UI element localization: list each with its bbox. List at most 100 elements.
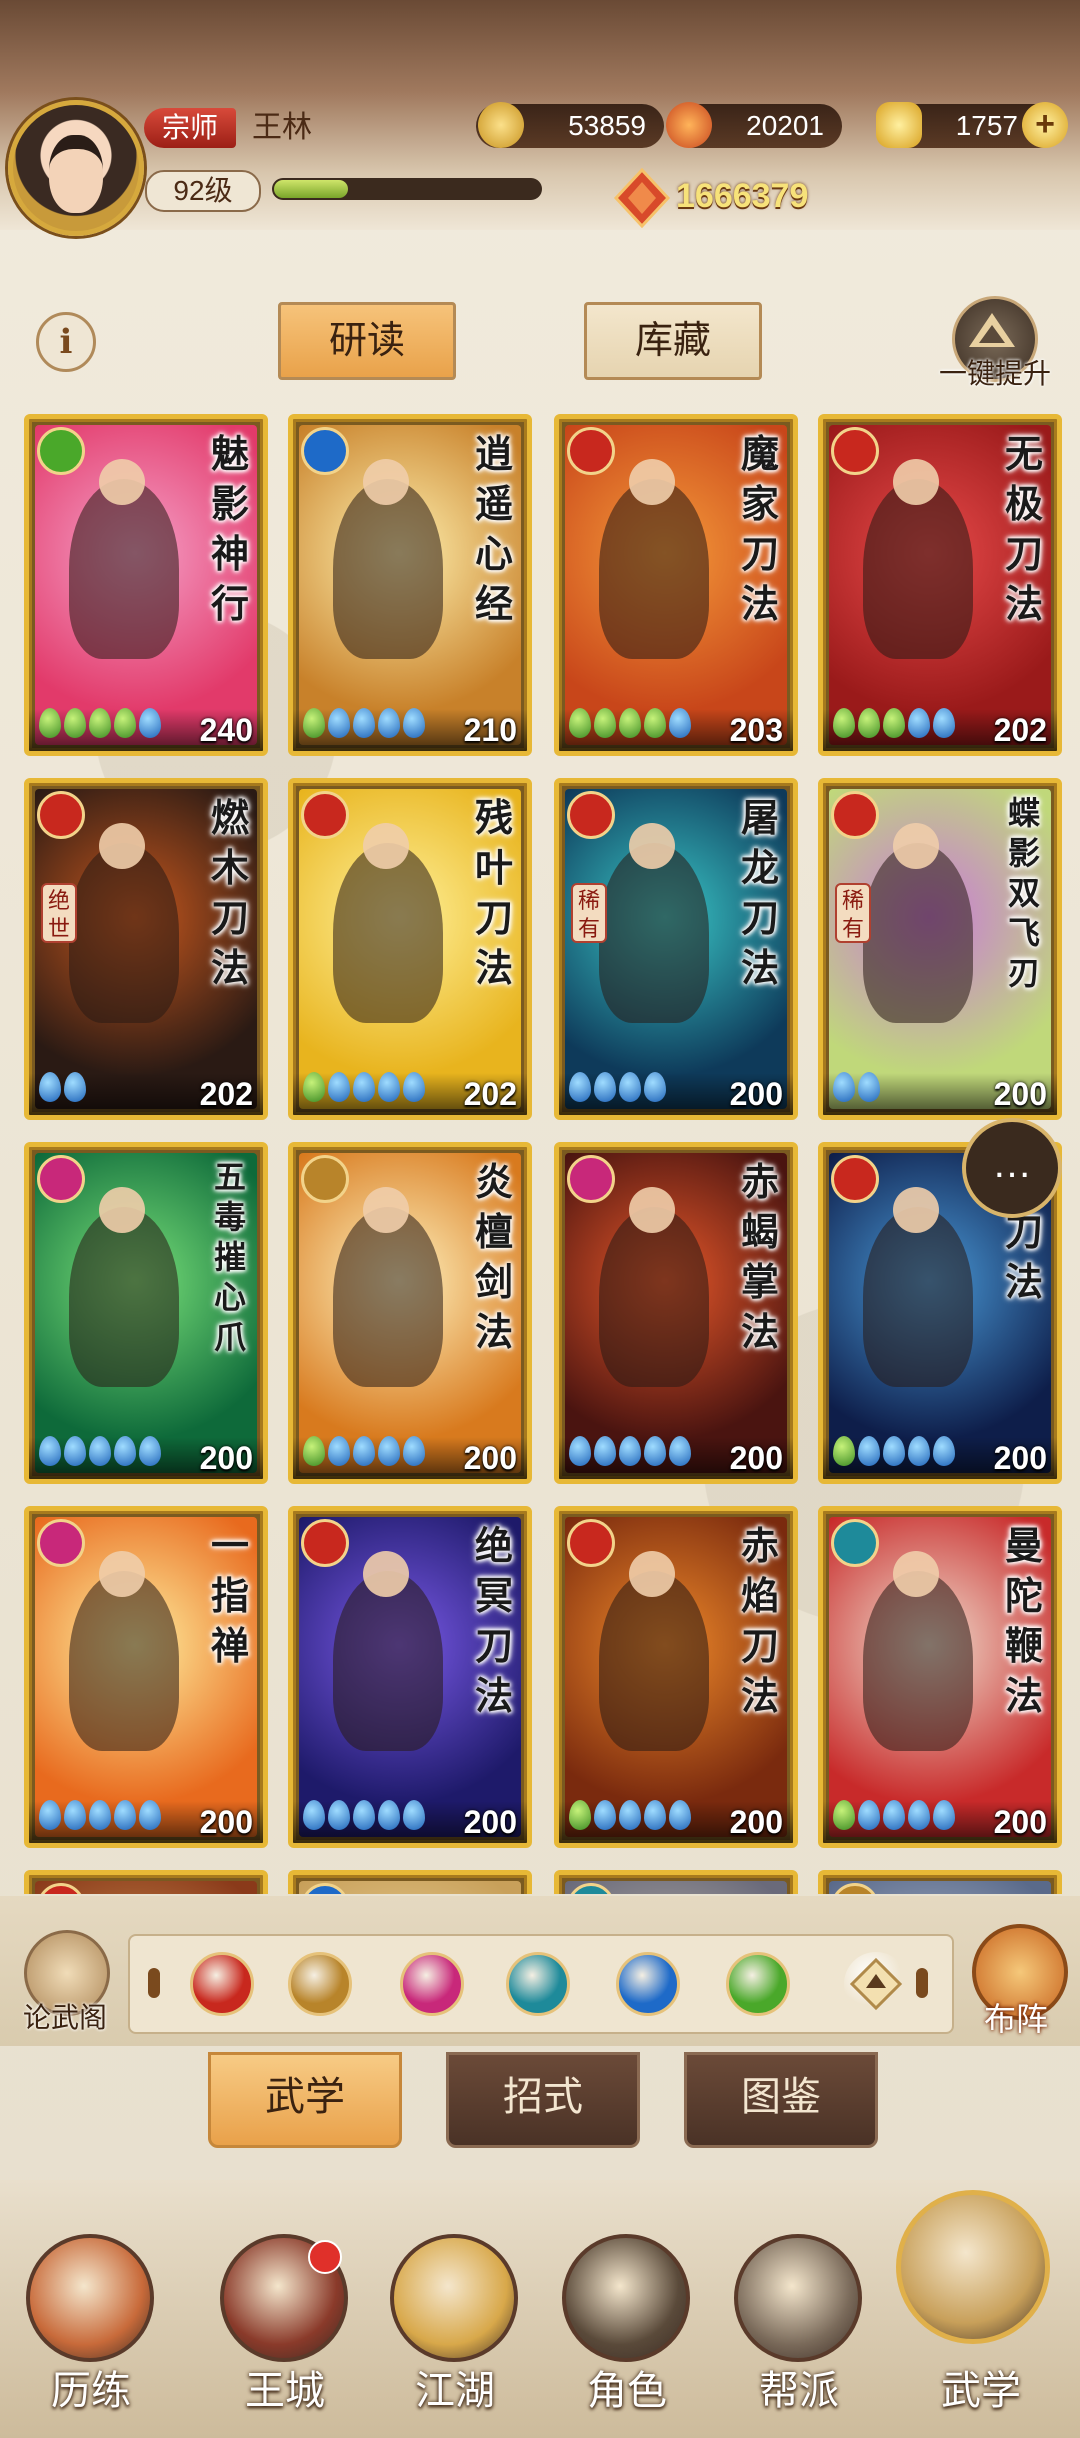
blade-school-icon[interactable]: [190, 1952, 254, 2016]
sword-school-icon[interactable]: [288, 1952, 352, 2016]
school-filter-bar: [128, 1934, 954, 2034]
coin-resource[interactable]: 53859: [476, 102, 664, 148]
school-emblem-icon: [301, 1519, 349, 1567]
add-currency-icon[interactable]: +: [1022, 102, 1068, 148]
info-button[interactable]: i: [36, 312, 96, 372]
skill-card[interactable]: 蝶影双飞刃 稀有 200: [818, 778, 1062, 1120]
formation-button[interactable]: 布阵: [960, 1924, 1072, 2040]
subtab-codex[interactable]: 图鉴: [684, 2052, 878, 2148]
chat-bubble-icon[interactable]: …: [962, 1118, 1062, 1218]
character-figure: [599, 1571, 709, 1751]
movement-school-icon[interactable]: [726, 1952, 790, 2016]
nav-label: 历练: [51, 2369, 131, 2413]
school-emblem-icon: [37, 1155, 85, 1203]
skill-name: 魅影神行: [210, 431, 249, 626]
nav-item[interactable]: 角色: [552, 2220, 702, 2430]
nav-item[interactable]: 王城: [210, 2220, 360, 2430]
flame-resource[interactable]: 20201: [666, 102, 842, 148]
one-click-upgrade-button[interactable]: 一键提升: [930, 296, 1060, 389]
skill-card[interactable]: 炎檀剑法 200: [288, 1142, 532, 1484]
player-level: 92级: [145, 170, 261, 212]
all-school-icon[interactable]: [844, 1952, 908, 2016]
ingot-value: 1757: [955, 110, 1018, 141]
school-emblem-icon: [831, 1519, 879, 1567]
blue-pip-icon: [39, 1436, 61, 1466]
school-emblem-icon: [831, 1155, 879, 1203]
subtab-moves[interactable]: 招式: [446, 2052, 640, 2148]
player-avatar[interactable]: [8, 100, 144, 236]
skill-score: 200: [729, 1076, 783, 1112]
skill-card[interactable]: [818, 1870, 1062, 1894]
blue-pip-icon: [619, 1436, 641, 1466]
star-pips: [569, 1436, 694, 1473]
nav-label: 角色: [587, 2369, 667, 2413]
blue-pip-icon: [669, 1800, 691, 1830]
school-emblem-icon: [37, 1519, 85, 1567]
blue-pip-icon: [858, 1436, 880, 1466]
skill-card[interactable]: 五毒摧心爪 200: [24, 1142, 268, 1484]
character-figure: [69, 1207, 179, 1387]
blue-pip-icon: [64, 1800, 86, 1830]
skill-card[interactable]: 赤蝎掌法 200: [554, 1142, 798, 1484]
skill-card[interactable]: [554, 1870, 798, 1894]
nav-item[interactable]: 帮派: [724, 2220, 874, 2430]
yin-yang-school-icon[interactable]: [616, 1952, 680, 2016]
skill-card[interactable]: 逍遥心经 210: [288, 414, 532, 756]
star-pips: [303, 1800, 428, 1837]
tab-study[interactable]: 研读: [278, 302, 456, 380]
blue-pip-icon: [644, 1436, 666, 1466]
fan-school-icon[interactable]: [506, 1952, 570, 2016]
school-emblem-icon: [301, 791, 349, 839]
skill-card[interactable]: [288, 1870, 532, 1894]
skill-card[interactable]: 魔家刀法 203: [554, 414, 798, 756]
star-pips: [833, 1436, 958, 1473]
ingot-resource[interactable]: 1757 +: [876, 102, 1068, 148]
blue-pip-icon: [353, 1072, 375, 1102]
lunwu-pavilion-button[interactable]: 论武阁: [12, 1930, 118, 2040]
character-figure: [333, 479, 443, 659]
blue-pip-icon: [89, 1800, 111, 1830]
green-pip-icon: [303, 1072, 325, 1102]
upgrade-label: 一键提升: [938, 358, 1051, 389]
nav-item[interactable]: 江湖: [380, 2220, 530, 2430]
character-figure: [863, 843, 973, 1023]
green-pip-icon: [594, 708, 616, 738]
subtab-martial-arts[interactable]: 武学: [208, 2052, 402, 2148]
nav-item[interactable]: 武学: [896, 2190, 1066, 2413]
green-pip-icon: [64, 708, 86, 738]
skill-card[interactable]: [24, 1870, 268, 1894]
skill-card[interactable]: 赤焰刀法 200: [554, 1506, 798, 1848]
skill-card[interactable]: 绝冥刀法 200: [288, 1506, 532, 1848]
skill-card[interactable]: 屠龙刀法 稀有 200: [554, 778, 798, 1120]
skill-score: 203: [729, 712, 783, 748]
green-pip-icon: [833, 708, 855, 738]
character-head: [363, 459, 409, 505]
skill-card[interactable]: 曼陀鞭法 200: [818, 1506, 1062, 1848]
blue-pip-icon: [328, 708, 350, 738]
tab-storage[interactable]: 库藏: [584, 302, 762, 380]
blue-pip-icon: [353, 1800, 375, 1830]
skill-card[interactable]: 燃木刀法 绝世 202: [24, 778, 268, 1120]
school-emblem-icon: [37, 791, 85, 839]
blue-pip-icon: [669, 708, 691, 738]
blue-pip-icon: [378, 708, 400, 738]
character-head: [99, 1551, 145, 1597]
nav-label: 武学: [941, 2369, 1021, 2413]
skill-card[interactable]: 一指禅 200: [24, 1506, 268, 1848]
blue-pip-icon: [619, 1800, 641, 1830]
blue-pip-icon: [64, 1072, 86, 1102]
blue-pip-icon: [933, 1436, 955, 1466]
character-figure: [333, 843, 443, 1023]
school-emblem-icon: [831, 427, 879, 475]
skill-card[interactable]: 无极刀法 202: [818, 414, 1062, 756]
character-head: [99, 459, 145, 505]
star-pips: [569, 1072, 669, 1109]
skill-card[interactable]: 魅影神行 240: [24, 414, 268, 756]
filter-bar-peg: [916, 1968, 928, 1998]
blue-pip-icon: [403, 708, 425, 738]
palm-school-icon[interactable]: [400, 1952, 464, 2016]
skill-card[interactable]: 残叶刀法 202: [288, 778, 532, 1120]
character-figure: [333, 1207, 443, 1387]
skill-score: 210: [463, 712, 517, 748]
nav-item[interactable]: 历练: [16, 2220, 166, 2430]
